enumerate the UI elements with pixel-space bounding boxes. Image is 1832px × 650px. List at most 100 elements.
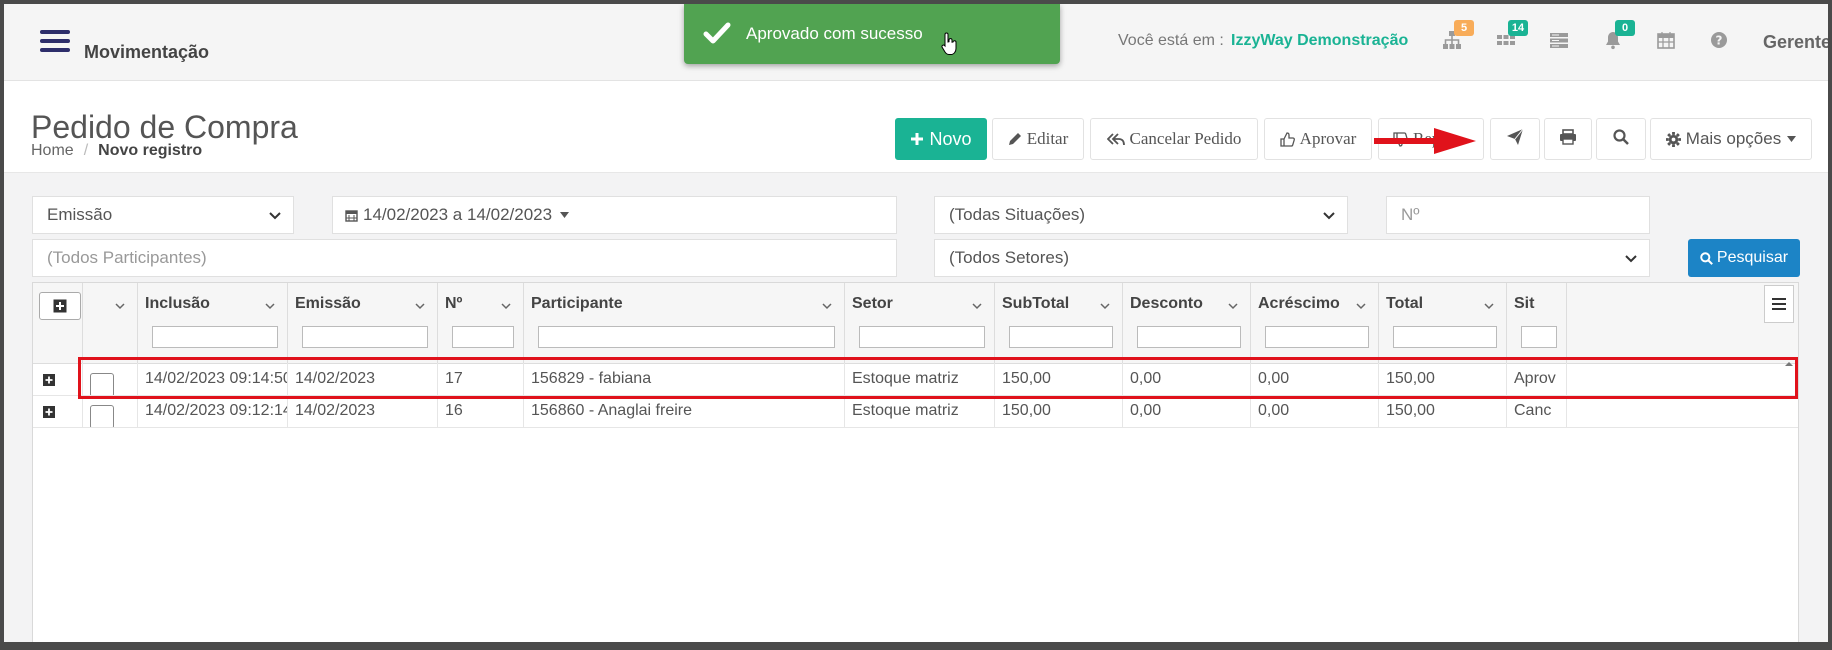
column-label: Total [1386,295,1424,312]
plus-icon [910,132,924,146]
column-header-numero[interactable]: Nº [438,283,524,363]
column-header-subtotal[interactable]: SubTotal [995,283,1123,363]
date-range-picker[interactable]: 14/02/2023 a 14/02/2023 [332,196,897,234]
chevron-down-icon[interactable] [822,297,832,315]
chevron-down-icon[interactable] [415,297,425,315]
cell-numero: 16 [438,395,524,427]
send-button[interactable] [1490,118,1540,160]
search-icon [1700,251,1713,265]
plus-square-icon[interactable] [43,405,55,423]
grid-icon[interactable]: 14 [1496,20,1528,52]
new-button[interactable]: Novo [895,118,987,160]
thumbs-up-icon [1280,131,1295,147]
grid-columns-menu-icon[interactable] [1764,285,1794,323]
search-button[interactable]: Pesquisar [1688,239,1800,277]
edit-button[interactable]: Editar [992,118,1084,160]
grid-header: Inclusão Emissão Nº Participante Setor SubTot… [33,283,1798,364]
column-filter-input[interactable] [1137,326,1241,348]
edit-button-label: Editar [1026,129,1069,148]
more-options-button[interactable]: Mais opções [1650,118,1812,160]
expand-all-button[interactable] [39,292,81,320]
column-filter-input[interactable] [538,326,835,348]
table-row[interactable]: 14/02/2023 09:12:14 14/02/2023 16 156860 - … [33,395,1798,428]
chevron-down-icon [1625,251,1637,271]
column-header-total[interactable]: Total [1379,283,1507,363]
approve-button-label: Aprovar [1299,129,1357,148]
chevron-down-icon [1323,208,1335,228]
sitemap-icon[interactable]: 5 [1442,20,1474,52]
column-label: Emissão [295,295,361,312]
cell-emissao: 14/02/2023 [288,395,438,427]
column-header-emissao[interactable]: Emissão [288,283,438,363]
date-type-select[interactable]: Emissão [32,196,294,234]
server-icon[interactable] [1549,30,1571,52]
column-label: Participante [531,295,623,312]
column-filter-input[interactable] [1393,326,1497,348]
sector-value: (Todos Setores) [949,248,1069,267]
column-filter-input[interactable] [859,326,985,348]
column-filter-input[interactable] [152,326,278,348]
cell-participante: 156860 - Anaglai freire [524,395,845,427]
grid-badge: 14 [1508,20,1528,36]
svg-text:?: ? [1716,34,1723,48]
chevron-down-icon[interactable] [1484,297,1494,315]
breadcrumb-home-link[interactable]: Home [31,142,74,159]
search-toolbar-button[interactable] [1596,118,1646,160]
column-header-acrescimo[interactable]: Acréscimo [1251,283,1379,363]
caret-down-icon [1787,136,1797,142]
row-expand-cell [33,363,83,395]
date-type-value: Emissão [47,205,113,224]
print-button[interactable] [1544,118,1592,160]
search-button-label: Pesquisar [1716,249,1789,266]
column-header-desconto[interactable]: Desconto [1123,283,1251,363]
column-filter-input[interactable] [302,326,428,348]
chevron-down-icon[interactable] [972,297,982,315]
column-header-situacao[interactable]: Sit [1507,283,1567,363]
approve-button[interactable]: Aprovar [1264,118,1372,160]
column-header-participante[interactable]: Participante [524,283,845,363]
environment-name-link[interactable]: IzzyWay Demonstração [1231,32,1408,50]
column-header-inclusao[interactable]: Inclusão [138,283,288,363]
menu-toggle-icon[interactable] [40,30,70,58]
calendar-icon [345,209,358,222]
search-icon [1613,128,1629,150]
select-column [83,283,138,363]
gear-icon [1665,131,1681,147]
column-label: Sit [1514,295,1535,312]
bell-icon[interactable]: 0 [1603,20,1635,52]
chevron-down-icon[interactable] [1100,297,1110,315]
chevron-down-icon[interactable] [1228,297,1238,315]
participant-input[interactable]: (Todos Participantes) [32,239,897,277]
calendar-icon[interactable] [1656,30,1678,52]
column-label: Nº [445,295,463,312]
chevron-down-icon[interactable] [115,297,125,315]
column-header-setor[interactable]: Setor [845,283,995,363]
cancel-order-button[interactable]: Cancelar Pedido [1090,118,1258,160]
orders-grid: Inclusão Emissão Nº Participante Setor SubTot… [32,282,1799,650]
user-menu[interactable]: Gerente [1763,32,1831,53]
row-select-cell [83,395,138,427]
column-filter-input[interactable] [452,326,514,348]
toast-message: Aprovado com sucesso [746,24,923,43]
help-icon[interactable]: ? [1709,30,1731,52]
column-filter-input[interactable] [1521,326,1557,348]
column-filter-input[interactable] [1009,326,1113,348]
column-label: Desconto [1130,295,1203,312]
column-label: Acréscimo [1258,295,1340,312]
cell-subtotal: 150,00 [995,395,1123,427]
cell-setor: Estoque matriz [845,395,995,427]
chevron-down-icon[interactable] [1356,297,1366,315]
sector-select[interactable]: (Todos Setores) [934,239,1650,277]
chevron-down-icon[interactable] [501,297,511,315]
chevron-down-icon [269,208,281,228]
module-title: Movimentação [84,42,210,62]
chevron-down-icon[interactable] [265,297,275,315]
situation-select[interactable]: (Todas Situações) [934,196,1348,234]
paper-plane-icon [1506,128,1524,151]
cell-situacao: Canc [1507,395,1567,427]
row-checkbox[interactable] [90,405,114,427]
success-toast[interactable]: Aprovado com sucesso [684,4,1060,64]
column-filter-input[interactable] [1265,326,1369,348]
number-input[interactable]: Nº [1386,196,1650,234]
plus-square-icon[interactable] [43,373,55,391]
